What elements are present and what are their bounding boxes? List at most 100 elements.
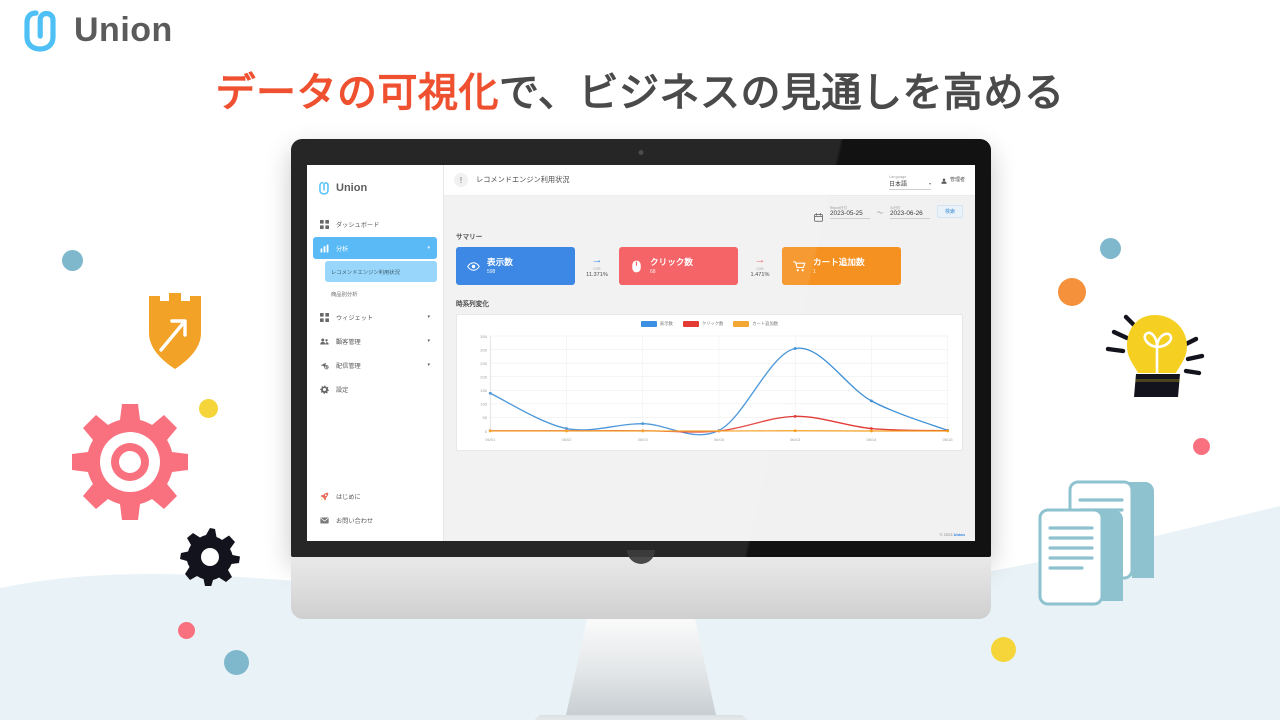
imac-monitor: Union ダッシュボード 分析 ▾ レコメンドエンジン利用状況 商品別分析 ウ… [291, 139, 991, 720]
topbar: ! レコメンドエンジン利用状況 Language 日本語 ▾ 管理者 [444, 165, 975, 196]
timeseries-line-chart: 0 50 100 150 200 250 300 350 06/01 06/02 06/03 06/0… [480, 334, 952, 442]
mouse-icon [630, 260, 643, 273]
content-scroll: Report日付 2023-05-25 〜 To日付 2023-06-26 検索 [444, 196, 975, 528]
lightbulb-icon [1098, 303, 1208, 423]
grid-dashboard-icon [320, 219, 329, 229]
sidebar-item-widget[interactable]: ウィジェット ▾ [313, 306, 437, 328]
copyright-brand: Union [953, 532, 965, 537]
summary-section-title: サマリー [456, 234, 483, 241]
page-headline: データの可視化で、ビジネスの見通しを高める [0, 60, 1280, 118]
sidebar-item-getting-started[interactable]: はじめに [313, 485, 437, 507]
date-from-field[interactable]: Report日付 2023-05-25 [829, 205, 870, 219]
sidebar-item-dashboard[interactable]: ダッシュボード [313, 213, 437, 235]
chevron-down-icon: ▾ [427, 337, 430, 344]
legend-item-impressions[interactable]: 表示数 [640, 321, 673, 327]
deco-dot-pink-2 [1193, 438, 1210, 455]
svg-text:250: 250 [480, 361, 488, 366]
sidebar-nav: ダッシュボード 分析 ▾ レコメンドエンジン利用状況 商品別分析 ウィジェット … [307, 207, 443, 483]
summary-card-cart-additions[interactable]: カート追加数 1 [782, 247, 901, 285]
sidebar-item-contact[interactable]: お問い合わせ [313, 509, 437, 531]
card-value: 1 [813, 268, 816, 275]
topbar-right: Language 日本語 ▾ 管理者 [888, 171, 965, 190]
mail-icon [320, 516, 329, 525]
monitor-bezel: Union ダッシュボード 分析 ▾ レコメンドエンジン利用状況 商品別分析 ウ… [291, 139, 991, 557]
sidebar-subitem-product-analysis[interactable]: 商品別分析 [325, 283, 437, 304]
brand-logo: Union [24, 8, 173, 52]
arrow-right-icon: → [591, 253, 603, 266]
deco-dot-blue-1 [62, 250, 83, 271]
info-icon[interactable]: ! [454, 173, 468, 187]
chevron-down-icon: ▾ [427, 244, 430, 251]
cart-icon [793, 260, 806, 273]
brand-name: Union [74, 10, 173, 49]
monitor-screen: Union ダッシュボード 分析 ▾ レコメンドエンジン利用状況 商品別分析 ウ… [307, 165, 975, 541]
sidebar-item-settings[interactable]: 設定 [313, 378, 437, 400]
legend-label: カート追加数 [752, 321, 779, 326]
union-paperclip-logo-icon [24, 8, 66, 52]
legend-label: 表示数 [659, 321, 673, 326]
sidebar-item-label: はじめに [336, 493, 361, 501]
sidebar-subitem-recommend-engine[interactable]: レコメンドエンジン利用状況 [325, 261, 437, 282]
sidebar-subitem-label: 商品別分析 [331, 291, 358, 298]
language-select[interactable]: 日本語 ▾ [888, 179, 931, 190]
gear-icon [320, 384, 329, 394]
shield-arrow-icon [143, 293, 207, 378]
card-label: 表示数 [487, 257, 513, 268]
sidebar-item-customer[interactable]: 顧客管理 ▾ [313, 330, 437, 352]
svg-text:100: 100 [480, 402, 488, 407]
sidebar-item-label: 分析 [336, 245, 349, 253]
user-menu[interactable]: 管理者 [941, 171, 965, 190]
sidebar-item-label: 設定 [336, 386, 349, 394]
date-from-value[interactable]: 2023-05-25 [829, 210, 870, 219]
summary-card-impressions[interactable]: 表示数 598 [456, 247, 575, 285]
bar-chart-icon [320, 244, 329, 253]
sidebar-item-label: 顧客管理 [336, 338, 361, 346]
chart-legend: 表示数 クリック数 カート追加数 [463, 321, 956, 327]
gear-small-icon [180, 526, 240, 591]
sidebar-item-label: お問い合わせ [336, 517, 374, 525]
date-to-value[interactable]: 2023-06-26 [889, 210, 930, 219]
send-clock-icon [320, 361, 329, 370]
svg-text:350: 350 [480, 334, 488, 339]
copyright-prefix: © 2023 [939, 532, 954, 537]
deco-dot-yellow-2 [991, 637, 1016, 662]
card-label: カート追加数 [813, 257, 865, 268]
legend-item-clicks[interactable]: クリック数 [682, 321, 723, 327]
card-value: 598 [487, 268, 496, 275]
search-button[interactable]: 検索 [936, 205, 963, 218]
sidebar-item-label: ダッシュボード [336, 221, 380, 229]
date-to-field[interactable]: To日付 2023-06-26 [889, 205, 930, 219]
svg-text:50: 50 [482, 415, 487, 420]
copyright-text: © 2023 Union [940, 532, 965, 537]
svg-text:06/02: 06/02 [562, 437, 572, 442]
legend-item-cart[interactable]: カート追加数 [733, 321, 778, 327]
sidebar-item-analysis[interactable]: 分析 ▾ [313, 237, 437, 259]
sidebar-logo[interactable]: Union [307, 175, 443, 207]
rocket-icon [320, 492, 329, 501]
svg-text:0: 0 [485, 429, 488, 434]
sidebar-item-delivery[interactable]: 配信管理 ▾ [313, 354, 437, 376]
svg-text:06/03: 06/03 [638, 437, 648, 442]
widget-grid-icon [320, 312, 329, 322]
timeseries-chart-card: 表示数 クリック数 カート追加数 0 50 100 150 200 250 30… [456, 314, 963, 451]
monitor-stand-neck [566, 619, 716, 715]
summary-cards: 表示数 598 → CVR 11.371% クリック数 68 → CVR 1.4… [456, 247, 963, 285]
sidebar-bottom-nav: はじめに お問い合わせ [307, 483, 443, 541]
main-content: ! レコメンドエンジン利用状況 Language 日本語 ▾ 管理者 Repor… [444, 165, 975, 541]
deco-dot-blue-3 [1100, 238, 1121, 259]
legend-swatch [640, 321, 657, 327]
page-title: レコメンドエンジン利用状況 [476, 175, 570, 184]
slide-root: Union データの可視化で、ビジネスの見通しを高める Union ダッシュボー… [0, 0, 1280, 720]
sidebar-item-label: ウィジェット [336, 314, 374, 322]
date-range-separator: 〜 [876, 211, 883, 217]
date-filter-row: Report日付 2023-05-25 〜 To日付 2023-06-26 検索 [456, 205, 963, 222]
conversion-1: → CVR 11.371% [575, 253, 619, 278]
user-avatar-icon [941, 171, 947, 189]
legend-swatch [733, 321, 750, 327]
webcam-icon [638, 150, 644, 155]
conversion-value: 1.471% [750, 271, 770, 278]
conversion-2: → CVR 1.471% [738, 254, 782, 278]
language-selector[interactable]: Language 日本語 ▾ [888, 175, 931, 190]
summary-card-clicks[interactable]: クリック数 68 [619, 247, 738, 285]
calendar-icon[interactable] [814, 209, 823, 222]
